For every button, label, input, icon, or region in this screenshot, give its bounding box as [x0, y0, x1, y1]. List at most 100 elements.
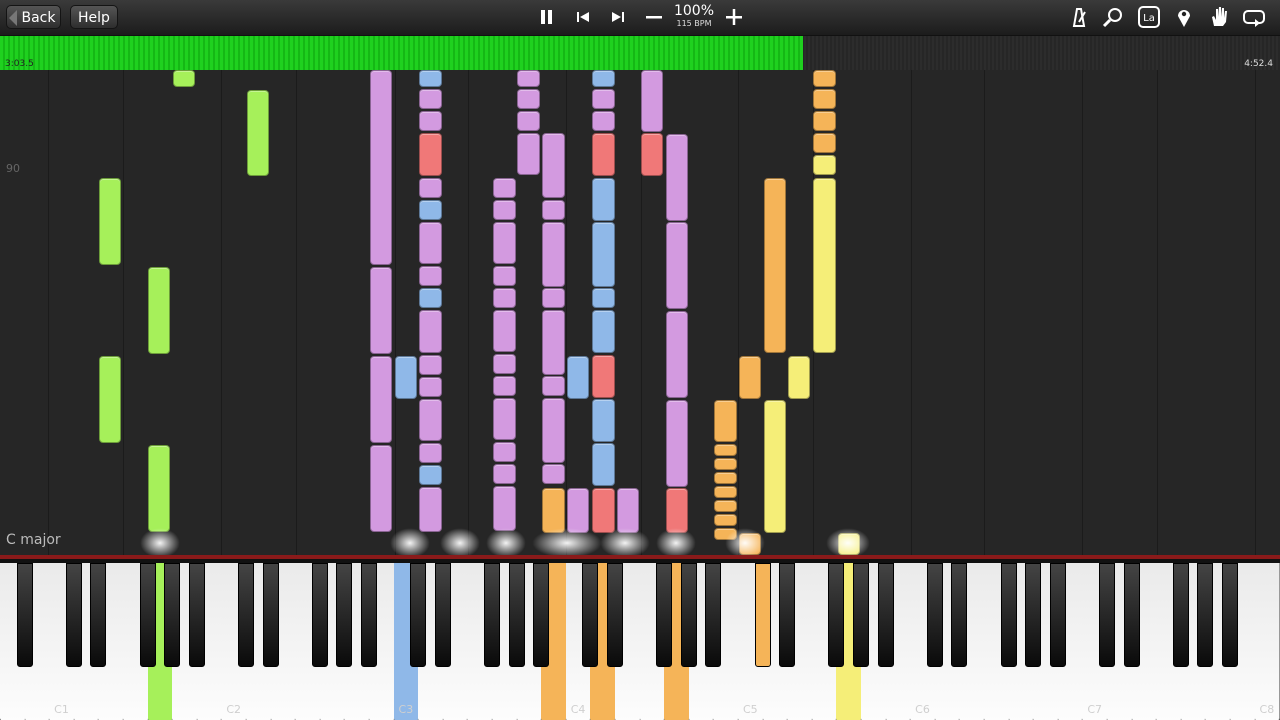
- falling-note: [493, 222, 516, 264]
- note-glow: [725, 528, 765, 555]
- note-glow: [390, 528, 430, 555]
- falling-note: [592, 89, 615, 109]
- falling-note: [714, 472, 737, 484]
- black-key[interactable]: [1222, 563, 1238, 667]
- piano-keyboard[interactable]: C1 C2 C3 C4 C5 C6 C7 C8: [0, 555, 1280, 720]
- falling-note: [173, 70, 195, 87]
- progress-fill: [0, 36, 803, 70]
- black-key[interactable]: [705, 563, 722, 667]
- black-key[interactable]: [853, 563, 869, 667]
- black-key[interactable]: [877, 563, 894, 667]
- previous-icon[interactable]: [570, 4, 596, 30]
- black-key[interactable]: [607, 563, 623, 667]
- black-key[interactable]: [262, 563, 279, 667]
- falling-note: [419, 178, 442, 198]
- pause-icon[interactable]: [533, 4, 559, 30]
- falling-note: [666, 400, 688, 487]
- black-key[interactable]: [533, 563, 550, 667]
- falling-note: [641, 70, 663, 132]
- falling-note: [493, 376, 516, 396]
- falling-note: [493, 178, 516, 198]
- black-key[interactable]: [434, 563, 451, 667]
- black-key[interactable]: [926, 563, 943, 667]
- note-glow: [826, 528, 870, 555]
- progress-bar[interactable]: 3:03.5 4:52.4: [0, 36, 1280, 70]
- grid-line: [123, 70, 124, 555]
- black-key[interactable]: [1172, 563, 1189, 667]
- octave-label: C4: [570, 703, 586, 716]
- falling-note: [813, 111, 836, 131]
- metronome-icon[interactable]: [1066, 4, 1092, 30]
- back-button[interactable]: Back: [6, 5, 61, 29]
- falling-note: [370, 356, 392, 443]
- black-key[interactable]: [680, 563, 697, 667]
- black-key[interactable]: [1049, 563, 1066, 667]
- black-key[interactable]: [1197, 563, 1214, 667]
- help-button[interactable]: Help: [70, 5, 118, 29]
- grid-line: [468, 70, 469, 555]
- black-key[interactable]: [951, 563, 968, 667]
- svg-text:La: La: [1143, 13, 1155, 24]
- falling-note: [517, 89, 540, 109]
- note-glow: [600, 528, 650, 555]
- black-key[interactable]: [410, 563, 427, 667]
- black-key[interactable]: [582, 563, 599, 667]
- loop-icon[interactable]: [1241, 4, 1267, 30]
- falling-note: [493, 442, 516, 462]
- falling-note: [419, 465, 442, 485]
- next-icon[interactable]: [605, 4, 631, 30]
- grid-line: [566, 70, 567, 555]
- black-key[interactable]: [1025, 563, 1042, 667]
- piano-roll: 90 C major: [0, 70, 1280, 555]
- black-key[interactable]: [484, 563, 500, 667]
- white-key[interactable]: C8: [1254, 563, 1280, 720]
- black-key[interactable]: [1000, 563, 1017, 667]
- falling-note: [419, 222, 442, 264]
- black-key[interactable]: [828, 563, 845, 667]
- black-key[interactable]: [779, 563, 796, 667]
- falling-note: [714, 486, 737, 498]
- falling-note: [666, 222, 688, 309]
- black-key[interactable]: [238, 563, 254, 667]
- falling-note: [542, 222, 565, 287]
- black-key[interactable]: [336, 563, 353, 667]
- zoom-icon[interactable]: [1100, 4, 1126, 30]
- hand-icon[interactable]: [1206, 4, 1232, 30]
- falling-note: [666, 311, 688, 398]
- black-key[interactable]: [1099, 563, 1115, 667]
- falling-note: [592, 399, 615, 442]
- measure-number: 90: [6, 162, 20, 175]
- tempo-up-icon[interactable]: [721, 4, 747, 30]
- falling-note: [592, 355, 615, 398]
- black-key[interactable]: [65, 563, 82, 667]
- falling-note: [592, 111, 615, 131]
- time-elapsed: 3:03.5: [5, 59, 34, 69]
- note-label-icon[interactable]: La: [1136, 4, 1162, 30]
- black-key[interactable]: [16, 563, 33, 667]
- falling-note: [493, 310, 516, 352]
- grid-line: [984, 70, 985, 555]
- falling-note: [592, 70, 615, 87]
- falling-note: [542, 376, 565, 396]
- black-key[interactable]: [1123, 563, 1140, 667]
- tempo-down-icon[interactable]: [641, 4, 667, 30]
- black-key[interactable]: [139, 563, 156, 667]
- falling-note: [542, 288, 565, 308]
- falling-note: [714, 444, 737, 456]
- note-glow: [656, 528, 696, 555]
- black-key[interactable]: [508, 563, 525, 667]
- falling-note: [395, 356, 417, 399]
- black-key[interactable]: [361, 563, 377, 667]
- falling-note: [641, 133, 663, 176]
- location-icon[interactable]: [1171, 4, 1197, 30]
- black-key[interactable]: [188, 563, 205, 667]
- black-key[interactable]: [311, 563, 328, 667]
- falling-note: [567, 356, 589, 399]
- falling-note: [419, 200, 442, 220]
- falling-note: [542, 488, 565, 533]
- black-key[interactable]: [754, 563, 771, 667]
- falling-note: [813, 178, 836, 353]
- black-key[interactable]: [164, 563, 181, 667]
- black-key[interactable]: [90, 563, 107, 667]
- black-key[interactable]: [656, 563, 673, 667]
